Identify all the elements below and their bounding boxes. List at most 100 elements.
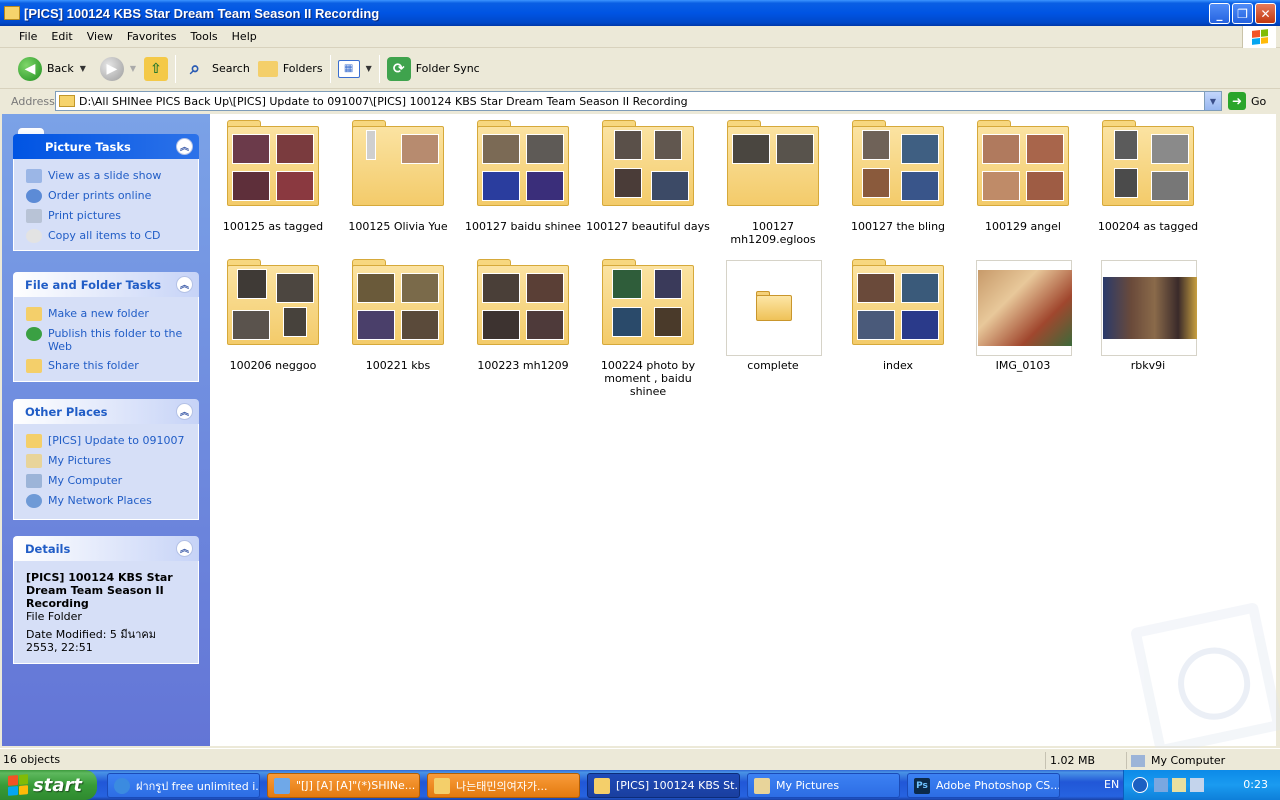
task-label: Copy all items to CD (48, 229, 161, 242)
up-folder-button[interactable]: ⇧ (140, 52, 172, 86)
photoshop-icon: Ps (914, 777, 930, 794)
folders-icon (257, 60, 278, 77)
folder-icon (594, 777, 610, 794)
folder-sync-button[interactable]: ⟳ Folder Sync (383, 52, 484, 86)
place-network[interactable]: My Network Places (26, 494, 188, 508)
go-button[interactable]: ➜ Go (1228, 92, 1266, 110)
start-button[interactable]: start (0, 770, 97, 800)
status-bar: 16 objects 1.02 MB My Computer (0, 748, 1280, 770)
task-share-folder[interactable]: Share this folder (26, 359, 188, 373)
folders-button[interactable]: Folders (254, 52, 327, 86)
collapse-icon[interactable]: ︽ (176, 138, 193, 155)
menu-file[interactable]: File (12, 30, 44, 43)
chevron-down-icon[interactable]: ▼ (130, 64, 136, 73)
views-button[interactable]: ▦ ▼ (334, 52, 376, 86)
menu-tools[interactable]: Tools (184, 30, 225, 43)
views-icon: ▦ (337, 59, 360, 78)
forward-button[interactable]: ▶ ▼ (96, 52, 140, 86)
chevron-down-icon[interactable]: ▼ (366, 64, 372, 73)
window-title: [PICS] 100124 KBS Star Dream Team Season… (24, 5, 380, 21)
status-size: 1.02 MB (1050, 754, 1096, 767)
volume-icon[interactable] (1190, 778, 1204, 792)
folder-thumbnail (227, 120, 319, 206)
task-label: "[J] [A] [A]"(*)SHINe... (296, 779, 416, 792)
collapse-icon[interactable]: ︽ (176, 540, 193, 557)
picture-tasks-panel: Picture Tasks ︽ View as a slide show Ord… (13, 127, 199, 251)
task-print-pictures[interactable]: Print pictures (26, 209, 188, 223)
toolbar-separator (378, 54, 380, 83)
folder-thumbnail (477, 259, 569, 345)
file-name: complete (747, 359, 799, 372)
browser-icon (114, 777, 130, 794)
picture-tasks-title: Picture Tasks (45, 139, 131, 154)
task-new-folder[interactable]: Make a new folder (26, 307, 188, 321)
task-label: Share this folder (48, 359, 139, 372)
file-folder-tasks-title: File and Folder Tasks (25, 277, 162, 292)
task-publish-web[interactable]: Publish this folder to the Web (26, 327, 188, 353)
menu-help[interactable]: Help (225, 30, 264, 43)
collapse-icon[interactable]: ︽ (176, 403, 193, 420)
folder-thumbnail (726, 260, 822, 356)
folder-thumbnail (977, 120, 1069, 206)
back-button[interactable]: ◀ Back ▼ (14, 52, 90, 86)
taskbar-button[interactable]: My Pictures (747, 773, 900, 798)
computer-icon (1131, 754, 1145, 767)
details-header[interactable]: Details ︽ (13, 536, 199, 561)
toolbar-separator (329, 54, 331, 83)
file-name: 100129 angel (984, 220, 1061, 233)
task-label: Adobe Photoshop CS... (936, 779, 1060, 792)
chevron-down-icon[interactable]: ▼ (80, 64, 86, 73)
menu-favorites[interactable]: Favorites (120, 30, 184, 43)
menu-edit[interactable]: Edit (44, 30, 79, 43)
folder-thumbnail (602, 259, 694, 345)
taskbar-button[interactable]: "[J] [A] [A]"(*)SHINe... (267, 773, 420, 798)
file-name: 100127 the bling (850, 220, 946, 233)
other-places-header[interactable]: Other Places ︽ (13, 399, 199, 424)
folder-thumbnail (727, 120, 819, 206)
taskbar-button[interactable]: 나는태민의여자가... (427, 773, 580, 798)
network-icon[interactable] (1154, 778, 1168, 792)
address-input[interactable]: D:\All SHINee PICS Back Up\[PICS] Update… (55, 91, 1222, 111)
window-icon (274, 777, 290, 794)
place-my-pictures[interactable]: My Pictures (26, 454, 188, 468)
forward-arrow-icon: ▶ (99, 56, 124, 81)
taskbar-button[interactable]: Ps Adobe Photoshop CS... (907, 773, 1060, 798)
picture-tasks-body: View as a slide show Order prints online… (13, 159, 199, 251)
details-title: Details (25, 541, 71, 556)
folders-label: Folders (282, 62, 323, 75)
file-name: 100223 mh1209 (477, 359, 569, 372)
task-copy-cd[interactable]: Copy all items to CD (26, 229, 188, 243)
chevron-left-icon[interactable] (1132, 777, 1148, 793)
place-my-computer[interactable]: My Computer (26, 474, 188, 488)
task-pane: Picture Tasks ︽ View as a slide show Ord… (2, 114, 210, 746)
file-folder-tasks-header[interactable]: File and Folder Tasks ︽ (13, 272, 199, 297)
file-name: 100204 as tagged (1097, 220, 1199, 233)
menu-view[interactable]: View (80, 30, 120, 43)
details-modified: Date Modified: 5 มีนาคม 2553, 22:51 (26, 628, 156, 654)
task-order-prints[interactable]: Order prints online (26, 189, 188, 203)
close-button[interactable]: ✕ (1255, 3, 1276, 24)
place-update-folder[interactable]: [PICS] Update to 091007 (26, 434, 188, 448)
search-button[interactable]: ⌕ Search (179, 52, 254, 86)
folder-thumbnail (1102, 120, 1194, 206)
language-indicator[interactable]: EN (1104, 778, 1119, 791)
picture-tasks-header[interactable]: Picture Tasks ︽ (13, 134, 199, 159)
maximize-button[interactable]: ❐ (1232, 3, 1253, 24)
safely-remove-icon[interactable] (1172, 778, 1186, 792)
task-label: Order prints online (48, 189, 152, 202)
minimize-button[interactable]: _ (1209, 3, 1230, 24)
taskbar: start ฝากรูป free unlimited i... "[J] [A… (0, 770, 1280, 800)
task-label: [PICS] 100124 KBS St... (616, 779, 740, 792)
collapse-icon[interactable]: ︽ (176, 276, 193, 293)
chevron-down-icon[interactable]: ▼ (1204, 92, 1221, 110)
task-slide-show[interactable]: View as a slide show (26, 169, 188, 183)
task-label: Make a new folder (48, 307, 149, 320)
taskbar-button[interactable]: [PICS] 100124 KBS St... (587, 773, 740, 798)
other-places-body: [PICS] Update to 091007 My Pictures My C… (13, 424, 199, 520)
start-label: start (33, 774, 82, 796)
taskbar-button[interactable]: ฝากรูป free unlimited i... (107, 773, 260, 798)
file-name: IMG_0103 (995, 359, 1051, 372)
my-pictures-icon (26, 454, 42, 468)
image-thumbnail (1101, 260, 1197, 356)
title-bar: [PICS] 100124 KBS Star Dream Team Season… (0, 0, 1280, 26)
